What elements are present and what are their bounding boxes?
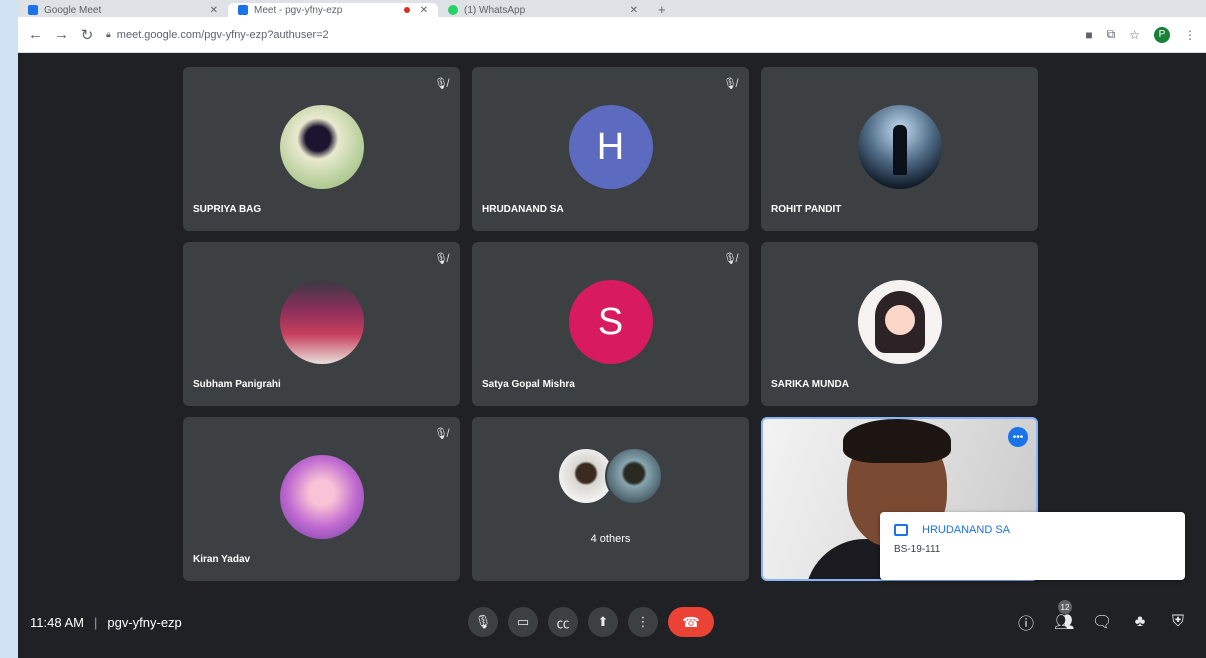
mic-off-icon: 🎙︎̸ (723, 253, 737, 265)
participant-name: Satya Gopal Mishra (482, 379, 575, 390)
divider: | (93, 614, 98, 630)
leave-call-button[interactable]: ☎︎ (668, 607, 714, 637)
activities-icon[interactable]: ♣ (1130, 613, 1150, 631)
mic-off-icon: 🎙︎̸ (434, 428, 448, 440)
more-menu-icon[interactable]: ⋮ (1184, 28, 1196, 42)
chat-message: BS-19-111 (894, 544, 941, 555)
avatar (279, 105, 364, 189)
camera-button[interactable]: ▭ (508, 607, 538, 637)
meet-favicon-icon (28, 5, 38, 15)
participant-tile[interactable]: 🎙︎̸ Kiran Yadav (183, 417, 460, 581)
chat-button-icon[interactable]: 🗨︎ (1092, 612, 1112, 632)
participant-tile[interactable]: 🎙︎̸ H HRUDANAND SA (472, 67, 749, 231)
participant-tile[interactable]: 🎙︎̸ Subham Panigrahi (183, 242, 460, 406)
url-text: meet.google.com/pgv-yfny-ezp?authuser=2 (116, 28, 329, 41)
meeting-stage: 🎙︎̸ SUPRIYA BAG 🎙︎̸ H HRUDANAND SA ROHIT… (18, 53, 1206, 658)
microphone-button[interactable]: 🎙︎ (468, 607, 498, 637)
participant-tile[interactable]: SARIKA MUNDA (761, 242, 1038, 406)
browser-tab-strip: Google Meet ✕ Meet - pgv-yfny-ezp ✕ (1) … (18, 0, 1206, 17)
clock-time: 11:48 AM (30, 614, 84, 630)
mic-off-icon: 🎙︎̸ (723, 78, 737, 90)
side-panel-controls: ⓘ 👥︎ 12 🗨︎ ♣ ⛨ (1016, 600, 1188, 634)
recording-dot-icon (403, 7, 410, 13)
avatar (857, 280, 942, 364)
participant-name: ROHIT PANDIT (771, 204, 842, 215)
close-icon[interactable]: ✕ (210, 5, 218, 16)
profile-avatar[interactable]: P (1154, 26, 1170, 43)
mic-off-icon: 🎙︎̸ (434, 78, 448, 90)
host-controls-icon[interactable]: ⛨ (1168, 613, 1188, 631)
others-tile[interactable]: 4 others (472, 417, 749, 581)
chat-notification[interactable]: HRUDANAND SA BS-19-111 (880, 512, 1185, 580)
cast-icon[interactable]: ⧉ (1107, 27, 1116, 42)
participant-grid: 🎙︎̸ SUPRIYA BAG 🎙︎̸ H HRUDANAND SA ROHIT… (183, 67, 1038, 581)
meeting-details-icon[interactable]: ⓘ (1016, 610, 1036, 634)
call-controls: 🎙︎ ▭ ㏄ ⬆ ⋮ ☎︎ (468, 607, 714, 637)
mic-off-icon: 🎙︎̸ (434, 253, 448, 265)
url-field[interactable]: 🔒︎ meet.google.com/pgv-yfny-ezp?authuser… (106, 29, 1073, 41)
more-options-button[interactable]: ⋮ (628, 607, 658, 637)
avatar (279, 280, 364, 364)
meet-favicon-icon (238, 5, 248, 15)
participants-count-badge: 12 (1058, 600, 1072, 614)
close-icon[interactable]: ✕ (420, 5, 428, 16)
participant-tile[interactable]: ROHIT PANDIT (761, 67, 1038, 231)
close-icon[interactable]: ✕ (630, 5, 638, 16)
bookmark-star-icon[interactable]: ☆ (1129, 28, 1140, 42)
participant-name: Kiran Yadav (193, 554, 251, 565)
tab-title: Meet - pgv-yfny-ezp (254, 4, 343, 16)
participant-name: HRUDANAND SA (482, 204, 564, 215)
meeting-info: 11:48 AM | pgv-yfny-ezp (30, 615, 182, 630)
meeting-controls-bar: 11:48 AM | pgv-yfny-ezp 🎙︎ ▭ ㏄ ⬆ ⋮ ☎︎ ⓘ … (18, 593, 1206, 651)
captions-button[interactable]: ㏄ (548, 607, 578, 637)
lock-icon: 🔒︎ (106, 29, 111, 39)
tab-title: Google Meet (44, 4, 102, 16)
others-label: 4 others (590, 533, 631, 545)
avatar: H (568, 105, 653, 189)
participant-name: SARIKA MUNDA (771, 379, 849, 390)
people-icon[interactable]: 👥︎ 12 (1054, 600, 1074, 632)
participant-name: Subham Panigrahi (193, 379, 281, 390)
forward-arrow-icon[interactable]: → (54, 26, 69, 43)
present-screen-button[interactable]: ⬆ (588, 607, 618, 637)
more-options-icon[interactable]: ••• (1008, 427, 1028, 447)
participant-tile[interactable]: 🎙︎̸ S Satya Gopal Mishra (472, 242, 749, 406)
chat-sender: HRUDANAND SA (922, 524, 1011, 536)
new-tab-button[interactable]: + (648, 2, 676, 17)
reload-icon[interactable]: ↻ (80, 26, 94, 44)
avatar: S (568, 280, 653, 364)
tab-meet-call[interactable]: Meet - pgv-yfny-ezp ✕ (228, 3, 438, 17)
chat-icon (894, 524, 908, 536)
avatar (279, 455, 364, 539)
camera-permission-icon[interactable]: ■ (1085, 28, 1092, 42)
participant-tile[interactable]: 🎙︎̸ SUPRIYA BAG (183, 67, 460, 231)
avatar (857, 105, 942, 189)
tab-google-meet[interactable]: Google Meet ✕ (18, 3, 228, 17)
participant-name: SUPRIYA BAG (193, 204, 262, 215)
address-bar: ← → ↻ 🔒︎ meet.google.com/pgv-yfny-ezp?au… (18, 17, 1206, 53)
back-arrow-icon[interactable]: ← (28, 26, 43, 43)
avatar (604, 447, 663, 505)
tab-whatsapp[interactable]: (1) WhatsApp ✕ (438, 3, 648, 17)
others-avatars (556, 447, 663, 505)
meeting-code: pgv-yfny-ezp (107, 614, 182, 630)
whatsapp-favicon-icon (448, 5, 458, 15)
tab-title: (1) WhatsApp (464, 4, 526, 16)
